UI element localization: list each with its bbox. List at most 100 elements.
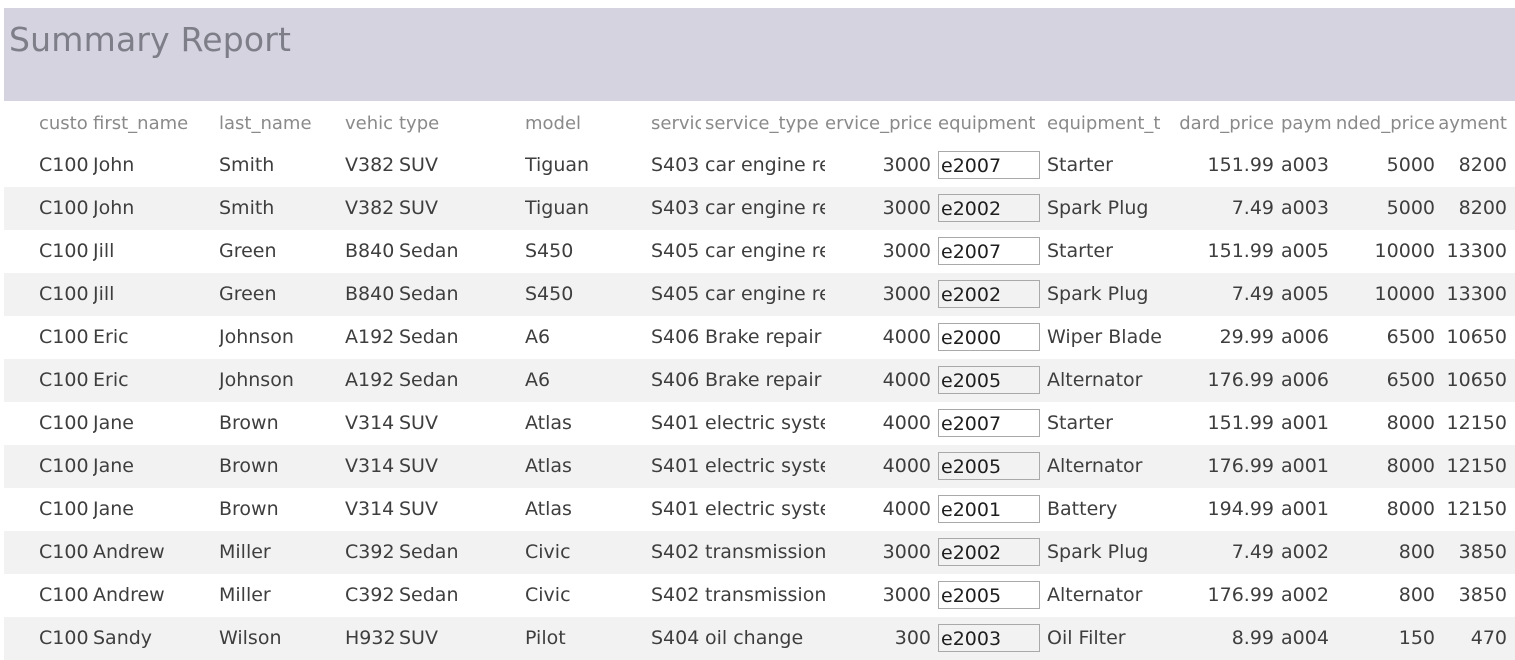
column-header-negotiated-price: nded_price <box>1335 113 1435 134</box>
standard-price-cell: 7.49 <box>1231 541 1274 563</box>
service-id-cell: S402 <box>651 584 700 606</box>
payment-cell: 8200 <box>1458 154 1507 176</box>
table-row: C100 Andrew Miller C392 Sedan Civic S402 transm… <box>4 531 1515 574</box>
last-name-cell: Miller <box>219 584 271 606</box>
model-cell: Atlas <box>525 455 572 477</box>
service-price-cell: 4000 <box>882 326 931 348</box>
service-id-cell: S406 <box>651 369 700 391</box>
equipment-id-cell[interactable]: e2002 <box>938 194 1040 222</box>
service-id-cell: S402 <box>651 541 700 563</box>
vehicle-id-cell: V314 <box>345 455 395 477</box>
equipment-id-cell[interactable]: e2007 <box>938 409 1040 437</box>
standard-price-cell: 7.49 <box>1231 283 1274 305</box>
customer-id-cell: C100 <box>39 283 89 305</box>
table-row: C100 Jill Green B840 Sedan S450 S405 car engine… <box>4 230 1515 273</box>
first-name-cell: Jane <box>93 455 134 477</box>
equipment-type-cell: Spark Plug <box>1047 283 1149 305</box>
first-name-cell: Eric <box>93 326 129 348</box>
negotiated-price-cell: 8000 <box>1386 455 1435 477</box>
equipment-type-cell: Spark Plug <box>1047 197 1149 219</box>
payment-cell: 10650 <box>1446 369 1507 391</box>
negotiated-price-cell: 6500 <box>1386 326 1435 348</box>
service-id-cell: S401 <box>651 412 700 434</box>
payment-id-cell: a005 <box>1281 283 1329 305</box>
column-header-equipment-id: equipment <box>938 113 1036 134</box>
service-price-cell: 300 <box>894 627 931 649</box>
column-header-service-id: servic <box>651 113 701 134</box>
service-price-cell: 3000 <box>882 197 931 219</box>
equipment-type-cell: Spark Plug <box>1047 541 1149 563</box>
equipment-id-cell[interactable]: e2007 <box>938 237 1040 265</box>
service-type-cell: car engine re <box>705 154 825 176</box>
model-cell: Atlas <box>525 498 572 520</box>
customer-id-cell: C100 <box>39 584 89 606</box>
equipment-type-cell: Wiper Blade <box>1047 326 1162 348</box>
table-row: C100 Eric Johnson A192 Sedan A6 S406 Brake repa… <box>4 359 1515 402</box>
table-row: C100 Jill Green B840 Sedan S450 S405 car engine… <box>4 273 1515 316</box>
equipment-type-cell: Alternator <box>1047 369 1143 391</box>
service-id-cell: S404 <box>651 627 700 649</box>
payment-id-cell: a005 <box>1281 240 1329 262</box>
type-cell: SUV <box>399 498 438 520</box>
standard-price-cell: 194.99 <box>1207 498 1274 520</box>
service-type-cell: Brake repair <box>705 326 822 348</box>
column-header-type: type <box>399 113 440 134</box>
type-cell: Sedan <box>399 369 459 391</box>
type-cell: Sedan <box>399 326 459 348</box>
report-header-band: Summary Report <box>4 8 1515 101</box>
equipment-type-cell: Alternator <box>1047 584 1143 606</box>
equipment-id-cell[interactable]: e2002 <box>938 280 1040 308</box>
service-price-cell: 3000 <box>882 154 931 176</box>
last-name-cell: Wilson <box>219 627 282 649</box>
report-title: Summary Report <box>9 20 292 59</box>
payment-id-cell: a002 <box>1281 541 1329 563</box>
type-cell: SUV <box>399 627 438 649</box>
model-cell: S450 <box>525 240 574 262</box>
last-name-cell: Miller <box>219 541 271 563</box>
type-cell: SUV <box>399 455 438 477</box>
service-price-cell: 3000 <box>882 584 931 606</box>
service-id-cell: S403 <box>651 197 700 219</box>
service-id-cell: S401 <box>651 455 700 477</box>
customer-id-cell: C100 <box>39 541 89 563</box>
negotiated-price-cell: 10000 <box>1374 283 1435 305</box>
service-price-cell: 3000 <box>882 541 931 563</box>
last-name-cell: Smith <box>219 154 275 176</box>
equipment-id-cell[interactable]: e2002 <box>938 538 1040 566</box>
summary-report: Summary Report custo first_name last_name v… <box>4 8 1515 660</box>
payment-cell: 13300 <box>1446 240 1507 262</box>
equipment-id-cell[interactable]: e2003 <box>938 624 1040 652</box>
equipment-id-cell[interactable]: e2005 <box>938 581 1040 609</box>
vehicle-id-cell: V314 <box>345 498 395 520</box>
standard-price-cell: 176.99 <box>1207 455 1274 477</box>
vehicle-id-cell: B840 <box>345 283 395 305</box>
vehicle-id-cell: A192 <box>345 369 395 391</box>
standard-price-cell: 176.99 <box>1207 584 1274 606</box>
equipment-id-cell[interactable]: e2000 <box>938 323 1040 351</box>
payment-cell: 12150 <box>1446 498 1507 520</box>
equipment-type-cell: Starter <box>1047 412 1113 434</box>
table-row: C100 Eric Johnson A192 Sedan A6 S406 Brake repa… <box>4 316 1515 359</box>
negotiated-price-cell: 800 <box>1398 584 1435 606</box>
equipment-id-cell[interactable]: e2005 <box>938 452 1040 480</box>
first-name-cell: Jane <box>93 498 134 520</box>
table-row: C100 Sandy Wilson H932 SUV Pilot S404 oil chang… <box>4 617 1515 660</box>
vehicle-id-cell: V382 <box>345 197 395 219</box>
vehicle-id-cell: B840 <box>345 240 395 262</box>
customer-id-cell: C100 <box>39 412 89 434</box>
equipment-id-cell[interactable]: e2007 <box>938 151 1040 179</box>
payment-cell: 3850 <box>1458 541 1507 563</box>
equipment-id-cell[interactable]: e2005 <box>938 366 1040 394</box>
customer-id-cell: C100 <box>39 369 89 391</box>
column-header-model: model <box>525 113 582 134</box>
model-cell: Tiguan <box>525 197 590 219</box>
equipment-id-cell[interactable]: e2001 <box>938 495 1040 523</box>
type-cell: SUV <box>399 412 438 434</box>
customer-id-cell: C100 <box>39 498 89 520</box>
customer-id-cell: C100 <box>39 154 89 176</box>
service-type-cell: electric syste <box>705 455 825 477</box>
last-name-cell: Brown <box>219 412 279 434</box>
last-name-cell: Smith <box>219 197 275 219</box>
column-header-standard-price: dard_price <box>1179 113 1274 134</box>
payment-id-cell: a004 <box>1281 627 1329 649</box>
